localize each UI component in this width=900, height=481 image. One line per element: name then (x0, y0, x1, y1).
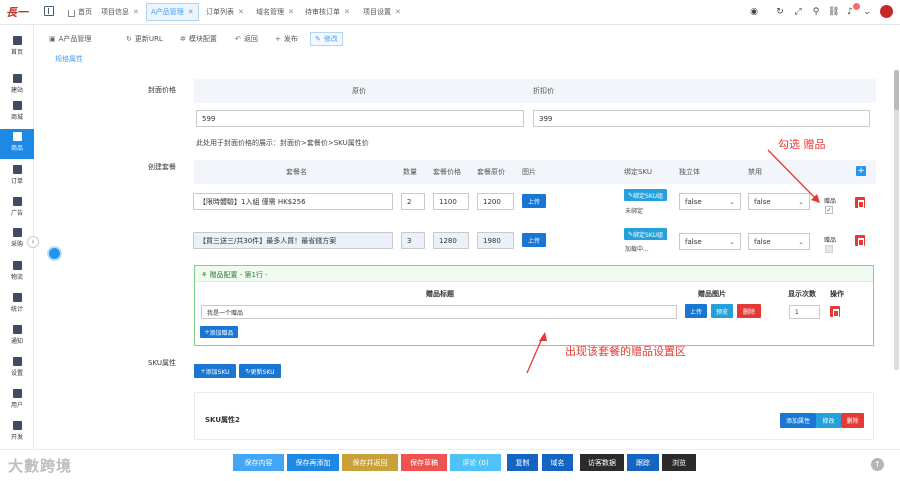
tracking-button[interactable]: 跟踪 (627, 454, 659, 471)
save-draft-button[interactable]: 保存草稿 (401, 454, 447, 471)
annotation-arrowhead-bottom (539, 332, 547, 341)
browse-button[interactable]: 浏览 (662, 454, 696, 471)
visitor-data-button[interactable]: 访客数据 (580, 454, 624, 471)
watermark: 大數跨境 (8, 457, 73, 475)
domain-button[interactable]: 域名 (542, 454, 573, 471)
save-and-return-button[interactable]: 保存并返回 (342, 454, 398, 471)
save-content-button[interactable]: 保存内容 (233, 454, 284, 471)
copy-button[interactable]: 复制 (507, 454, 538, 471)
annotation-arrows (526, 149, 820, 374)
comments-button[interactable]: 评论 (0) (450, 454, 501, 471)
back-to-top-icon[interactable]: ↑ (871, 458, 884, 471)
scrollbar-track[interactable] (894, 70, 899, 370)
scrollbar-thumb[interactable] (894, 70, 899, 110)
save-and-add-button[interactable]: 保存再添加 (287, 454, 339, 471)
annotation-text-top: 勾选 赠品 (778, 138, 826, 151)
annotation-arrow-top (767, 149, 818, 201)
annotation-text-bottom: 出现该套餐的赠品设置区 (565, 345, 686, 358)
annotation-arrow-bottom (526, 335, 544, 374)
